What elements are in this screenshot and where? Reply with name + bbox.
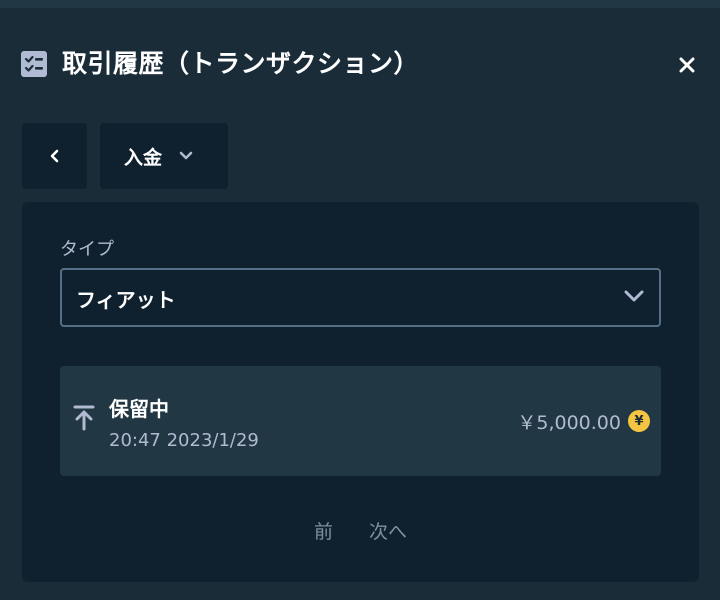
type-select[interactable]: フィアット xyxy=(60,268,661,327)
transaction-amount: ￥5,000.00 xyxy=(517,412,621,434)
type-select-value: フィアット xyxy=(76,288,176,312)
yen-coin-icon: ¥ xyxy=(628,410,650,432)
transactions-panel: タイプ フィアット 保留中 20:47 2023/1/29 ￥5,000.00 … xyxy=(22,202,699,582)
checklist-icon xyxy=(21,51,47,77)
type-label: タイプ xyxy=(60,239,114,260)
top-bar xyxy=(0,0,720,8)
chevron-down-icon xyxy=(623,289,645,303)
transaction-timestamp: 20:47 2023/1/29 xyxy=(109,430,259,451)
dropdown-label: 入金 xyxy=(124,146,163,169)
pagination: 前 次へ xyxy=(22,517,699,544)
close-icon xyxy=(679,57,695,73)
back-button[interactable] xyxy=(22,123,87,189)
close-button[interactable] xyxy=(670,48,704,82)
deposit-arrow-icon xyxy=(73,405,95,431)
page-title: 取引履歴（トランザクション） xyxy=(62,49,420,78)
chevron-left-icon xyxy=(50,149,58,163)
modal-header: 取引履歴（トランザクション） xyxy=(0,36,720,92)
transaction-row[interactable]: 保留中 20:47 2023/1/29 ￥5,000.00 ¥ xyxy=(60,366,661,476)
transaction-type-dropdown[interactable]: 入金 xyxy=(100,123,228,189)
prev-page-button[interactable]: 前 xyxy=(314,517,333,544)
chevron-down-icon xyxy=(178,150,194,162)
next-page-button[interactable]: 次へ xyxy=(369,517,407,544)
transaction-status: 保留中 xyxy=(109,397,169,421)
